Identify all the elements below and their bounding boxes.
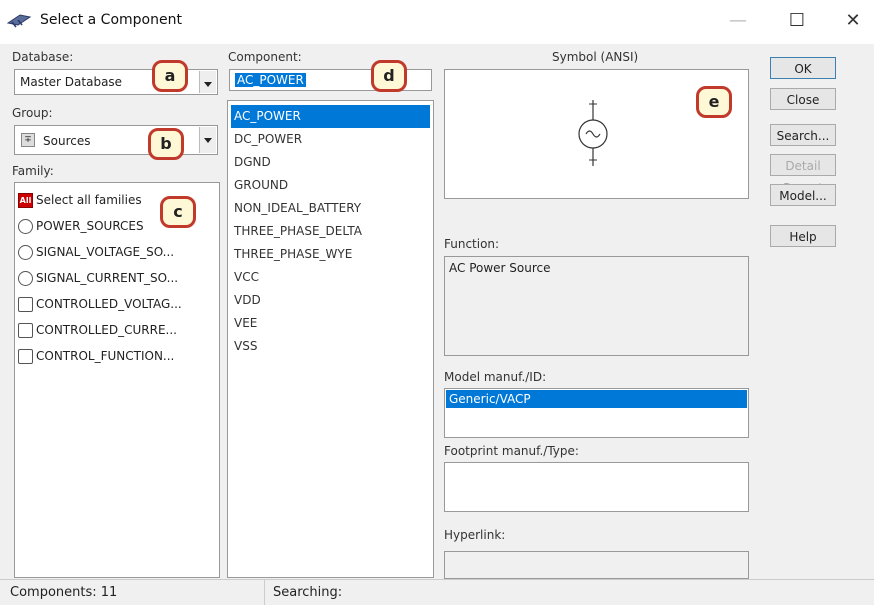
power-source-icon bbox=[18, 219, 33, 234]
component-item[interactable]: NON_IDEAL_BATTERY bbox=[231, 197, 430, 220]
function-value: AC Power Source bbox=[449, 261, 551, 275]
footprint-list[interactable] bbox=[444, 462, 749, 512]
database-label: Database: bbox=[12, 50, 74, 64]
controlled-current-icon bbox=[18, 323, 33, 338]
ac-power-symbol-icon bbox=[578, 100, 608, 166]
controlled-voltage-icon bbox=[18, 297, 33, 312]
callout-c: c bbox=[160, 196, 196, 228]
callout-a: a bbox=[152, 60, 188, 92]
family-item-control-function[interactable]: CONTROL_FUNCTION... bbox=[18, 345, 174, 367]
status-components: Components: 11 bbox=[0, 579, 265, 605]
component-item[interactable]: GROUND bbox=[231, 174, 430, 197]
ok-button[interactable]: OK bbox=[770, 57, 836, 79]
signal-current-icon bbox=[18, 271, 33, 286]
component-item[interactable]: VEE bbox=[231, 312, 430, 335]
family-item-controlled-voltage[interactable]: CONTROLLED_VOLTAG... bbox=[18, 293, 182, 315]
group-value: Sources bbox=[43, 134, 91, 148]
component-item[interactable]: DGND bbox=[231, 151, 430, 174]
title-bar: Select a Component — ☐ ✕ bbox=[0, 0, 874, 44]
group-label: Group: bbox=[12, 106, 53, 120]
hyperlink-label: Hyperlink: bbox=[444, 528, 506, 542]
control-function-icon bbox=[18, 349, 33, 364]
family-item-controlled-current[interactable]: CONTROLLED_CURRE... bbox=[18, 319, 177, 341]
database-value: Master Database bbox=[20, 75, 123, 89]
family-list[interactable]: All Select all families POWER_SOURCES SIG… bbox=[14, 182, 220, 578]
search-button[interactable]: Search... bbox=[770, 124, 836, 146]
component-search-value: AC_POWER bbox=[235, 73, 306, 87]
footprint-label: Footprint manuf./Type: bbox=[444, 444, 579, 458]
component-list[interactable]: AC_POWER DC_POWER DGND GROUND NON_IDEAL_… bbox=[227, 100, 434, 578]
family-item-signal-voltage[interactable]: SIGNAL_VOLTAGE_SO... bbox=[18, 241, 174, 263]
callout-d: d bbox=[371, 60, 407, 92]
component-item[interactable]: DC_POWER bbox=[231, 128, 430, 151]
model-item[interactable]: Generic/VACP bbox=[446, 390, 747, 408]
family-item-signal-current[interactable]: SIGNAL_CURRENT_SO... bbox=[18, 267, 178, 289]
callout-e: e bbox=[696, 86, 732, 118]
status-searching: Searching: bbox=[265, 579, 874, 605]
component-item[interactable]: VSS bbox=[231, 335, 430, 358]
close-window-button[interactable]: ✕ bbox=[838, 8, 868, 34]
close-button[interactable]: Close bbox=[770, 88, 836, 110]
all-icon: All bbox=[18, 193, 33, 208]
help-button[interactable]: Help bbox=[770, 225, 836, 247]
family-item-power-sources[interactable]: POWER_SOURCES bbox=[18, 215, 144, 237]
component-item[interactable]: AC_POWER bbox=[231, 105, 430, 128]
model-list[interactable]: Generic/VACP bbox=[444, 388, 749, 438]
function-box: AC Power Source bbox=[444, 256, 749, 356]
chevron-down-icon[interactable] bbox=[199, 127, 216, 153]
model-label: Model manuf./ID: bbox=[444, 370, 547, 384]
component-label: Component: bbox=[228, 50, 302, 64]
component-app-icon bbox=[6, 14, 32, 28]
function-label: Function: bbox=[444, 237, 500, 251]
maximize-button[interactable]: ☐ bbox=[782, 8, 812, 34]
model-button[interactable]: Model... bbox=[770, 184, 836, 206]
sources-group-icon: ∓ bbox=[21, 133, 35, 147]
component-item[interactable]: VCC bbox=[231, 266, 430, 289]
component-item[interactable]: VDD bbox=[231, 289, 430, 312]
component-item[interactable]: THREE_PHASE_WYE bbox=[231, 243, 430, 266]
chevron-down-icon[interactable] bbox=[199, 71, 216, 93]
group-select[interactable]: ∓ Sources bbox=[14, 125, 218, 155]
family-item-select-all[interactable]: All Select all families bbox=[18, 189, 142, 211]
signal-voltage-icon bbox=[18, 245, 33, 260]
callout-b: b bbox=[148, 128, 184, 160]
detail-report-button[interactable]: Detail Report bbox=[770, 154, 836, 195]
hyperlink-box bbox=[444, 551, 749, 579]
window-title: Select a Component bbox=[40, 12, 182, 28]
family-label: Family: bbox=[12, 164, 54, 178]
component-item[interactable]: THREE_PHASE_DELTA bbox=[231, 220, 430, 243]
symbol-label: Symbol (ANSI) bbox=[552, 50, 639, 64]
minimize-button[interactable]: — bbox=[723, 8, 753, 34]
